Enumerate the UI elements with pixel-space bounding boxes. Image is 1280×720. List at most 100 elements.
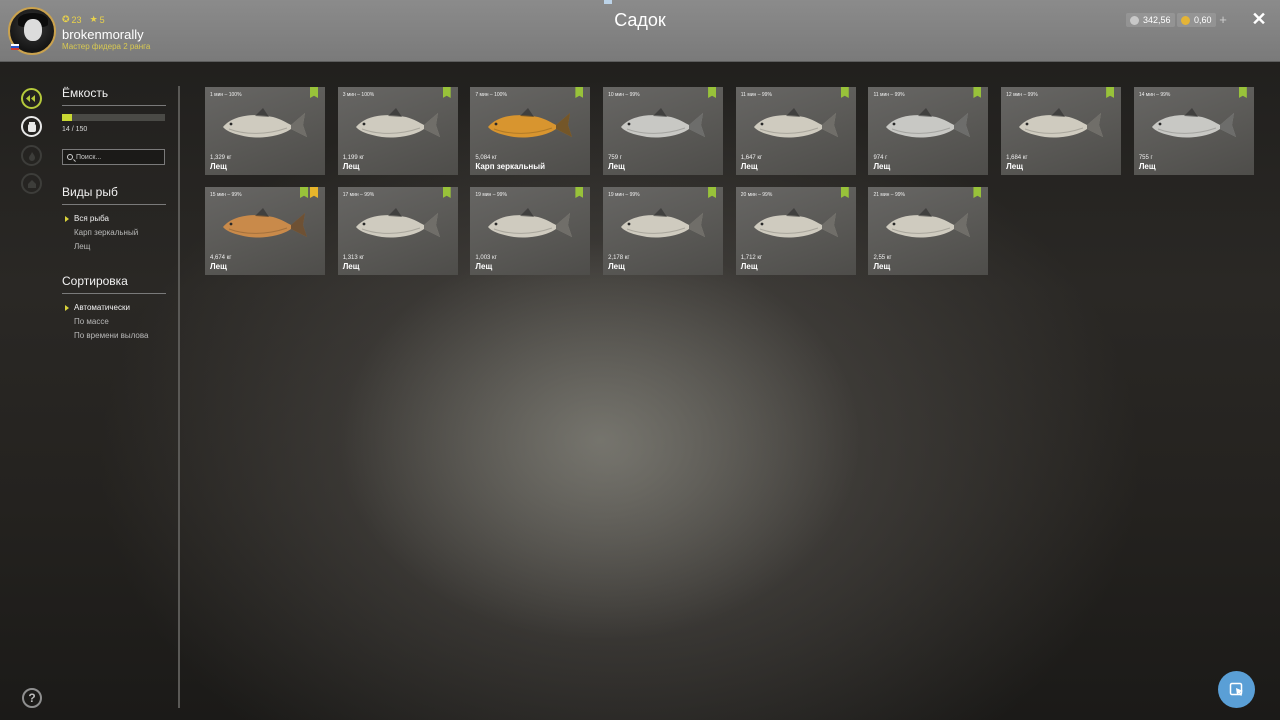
catch-time: 21 мин – 99% [873, 192, 905, 198]
release-badge-icon [973, 87, 982, 98]
catch-time: 3 мин – 100% [342, 92, 375, 98]
trophy-badge-icon [310, 187, 318, 198]
catch-time: 7 мин – 100% [475, 92, 507, 98]
release-badge-icon [1106, 87, 1115, 98]
close-button[interactable]: ✕ [1250, 10, 1268, 28]
catch-species: Лещ [740, 262, 758, 271]
nav-locked-1-button[interactable] [21, 145, 42, 166]
sort-heading: Сортировка [62, 274, 166, 294]
nav-bait-button[interactable] [21, 116, 42, 137]
catch-weight: 755 г [1138, 155, 1153, 161]
fish-icon [886, 108, 971, 138]
catch-card[interactable]: 11 мин – 99% 974 г Лещ [868, 87, 989, 175]
catch-card[interactable]: 19 мин – 99% 2,178 кг Лещ [603, 187, 724, 275]
catch-time: 1 мин – 100% [210, 92, 242, 98]
catch-card[interactable]: 17 мин – 99% 1,313 кг Лещ [337, 187, 458, 275]
gold-balance: 0,60 [1177, 13, 1216, 27]
catch-card[interactable]: 1 мин – 100% 1,329 кг Лещ [205, 87, 325, 175]
catch-weight: 2,178 кг [608, 255, 630, 261]
catch-species: Лещ [475, 262, 493, 271]
catch-card[interactable]: 12 мин – 99% 1,684 кг Лещ [1001, 87, 1122, 175]
species-option-bream[interactable]: Лещ [62, 240, 166, 254]
page-title: Садок [614, 10, 666, 30]
catch-grid: 1 мин – 100% 1,329 кг Лещ 3 мин – 100% 1,199… [205, 87, 1255, 275]
gold-coin-icon [1181, 15, 1190, 25]
fish-icon [1019, 108, 1104, 138]
catch-weight: 4,674 кг [210, 255, 232, 261]
catch-card[interactable]: 7 мин – 100% 5,084 кг Карп зеркальный [470, 87, 591, 175]
release-badge-icon [300, 187, 308, 198]
release-badge-icon [575, 87, 584, 98]
capacity-heading: Ёмкость [62, 86, 166, 106]
catch-weight: 1,712 кг [740, 255, 763, 261]
catch-weight: 1,199 кг [342, 155, 365, 161]
catch-species: Лещ [342, 262, 360, 271]
release-badge-icon [708, 187, 717, 198]
fish-icon [621, 208, 706, 238]
catch-badges [840, 87, 849, 98]
help-button[interactable]: ? [22, 688, 42, 708]
nav-locked-2-button[interactable] [21, 173, 42, 194]
catch-card[interactable]: 3 мин – 100% 1,199 кг Лещ [337, 87, 458, 175]
catch-time: 11 мин – 99% [740, 92, 772, 98]
catch-species: Лещ [210, 162, 227, 171]
sidebar-divider [178, 86, 180, 708]
catch-weight: 759 г [608, 155, 622, 161]
release-badge-icon [708, 87, 717, 98]
catch-badges [300, 187, 318, 198]
fish-icon [1151, 108, 1236, 138]
catch-card[interactable]: 10 мин – 99% 759 г Лещ [603, 87, 724, 175]
capacity-bar-fill [62, 114, 72, 121]
catch-weight: 5,084 кг [475, 155, 497, 161]
catch-badges [973, 187, 982, 198]
catch-time: 14 мин – 99% [1138, 92, 1171, 98]
species-option-mirror-carp[interactable]: Карп зеркальный [62, 226, 166, 240]
sort-section: Сортировка Автоматически По массе По вре… [62, 274, 166, 343]
catch-weight: 1,003 кг [475, 255, 497, 261]
country-flag-icon [11, 44, 19, 50]
jar-icon [27, 121, 36, 132]
catch-card[interactable]: 14 мин – 99% 755 г Лещ [1133, 87, 1254, 175]
fish-icon [488, 108, 573, 138]
catch-badges [310, 87, 318, 98]
sort-option-auto[interactable]: Автоматически [62, 301, 166, 315]
cursor-icon [1229, 682, 1243, 696]
house-icon [27, 179, 36, 188]
sort-option-mass[interactable]: По массе [62, 315, 166, 329]
catch-card[interactable]: 21 мин – 99% 2,55 кг Лещ [868, 187, 989, 275]
sort-option-time[interactable]: По времени вылова [62, 329, 166, 343]
catch-species: Карп зеркальный [475, 162, 545, 171]
catch-card[interactable]: 11 мин – 99% 1,647 кг Лещ [735, 87, 856, 175]
catch-weight: 1,647 кг [740, 155, 763, 161]
species-section: Виды рыб Вся рыба Карп зеркальный Лещ [62, 185, 166, 254]
search-input[interactable]: Поиск... [62, 149, 165, 165]
fish-icon [753, 108, 838, 138]
catch-badges [575, 87, 584, 98]
catch-weight: 974 г [873, 155, 888, 161]
catch-weight: 1,684 кг [1006, 155, 1028, 161]
sidebar: Ёмкость 14 / 150 Поиск... Виды рыб Вся р… [62, 86, 166, 343]
search-icon [67, 154, 73, 160]
catch-card[interactable]: 20 мин – 99% 1,712 кг Лещ [735, 187, 856, 275]
search-placeholder: Поиск... [76, 153, 102, 161]
catch-card[interactable]: 15 мин – 99% 4,674 кг Лещ [205, 187, 325, 275]
catch-badges [708, 87, 717, 98]
fish-icon [488, 208, 573, 238]
cursor-mode-button[interactable] [1218, 671, 1255, 708]
top-notch [604, 0, 612, 4]
species-heading: Виды рыб [62, 185, 166, 205]
catch-badges [1238, 87, 1247, 98]
catch-card[interactable]: 19 мин – 99% 1,003 кг Лещ [470, 187, 591, 275]
nav-keepnet-button[interactable] [21, 88, 42, 109]
catch-species: Лещ [1138, 162, 1156, 171]
add-currency-button[interactable]: + [1216, 13, 1230, 27]
species-option-all[interactable]: Вся рыба [62, 212, 166, 226]
fish-icon [223, 208, 307, 238]
catch-time: 19 мин – 99% [475, 192, 507, 198]
catch-species: Лещ [608, 162, 625, 171]
catch-species: Лещ [740, 162, 758, 171]
fish-icon [621, 108, 706, 138]
capacity-count: 14 / 150 [62, 126, 88, 133]
capacity-bar [62, 114, 165, 121]
catch-badges [442, 87, 451, 98]
